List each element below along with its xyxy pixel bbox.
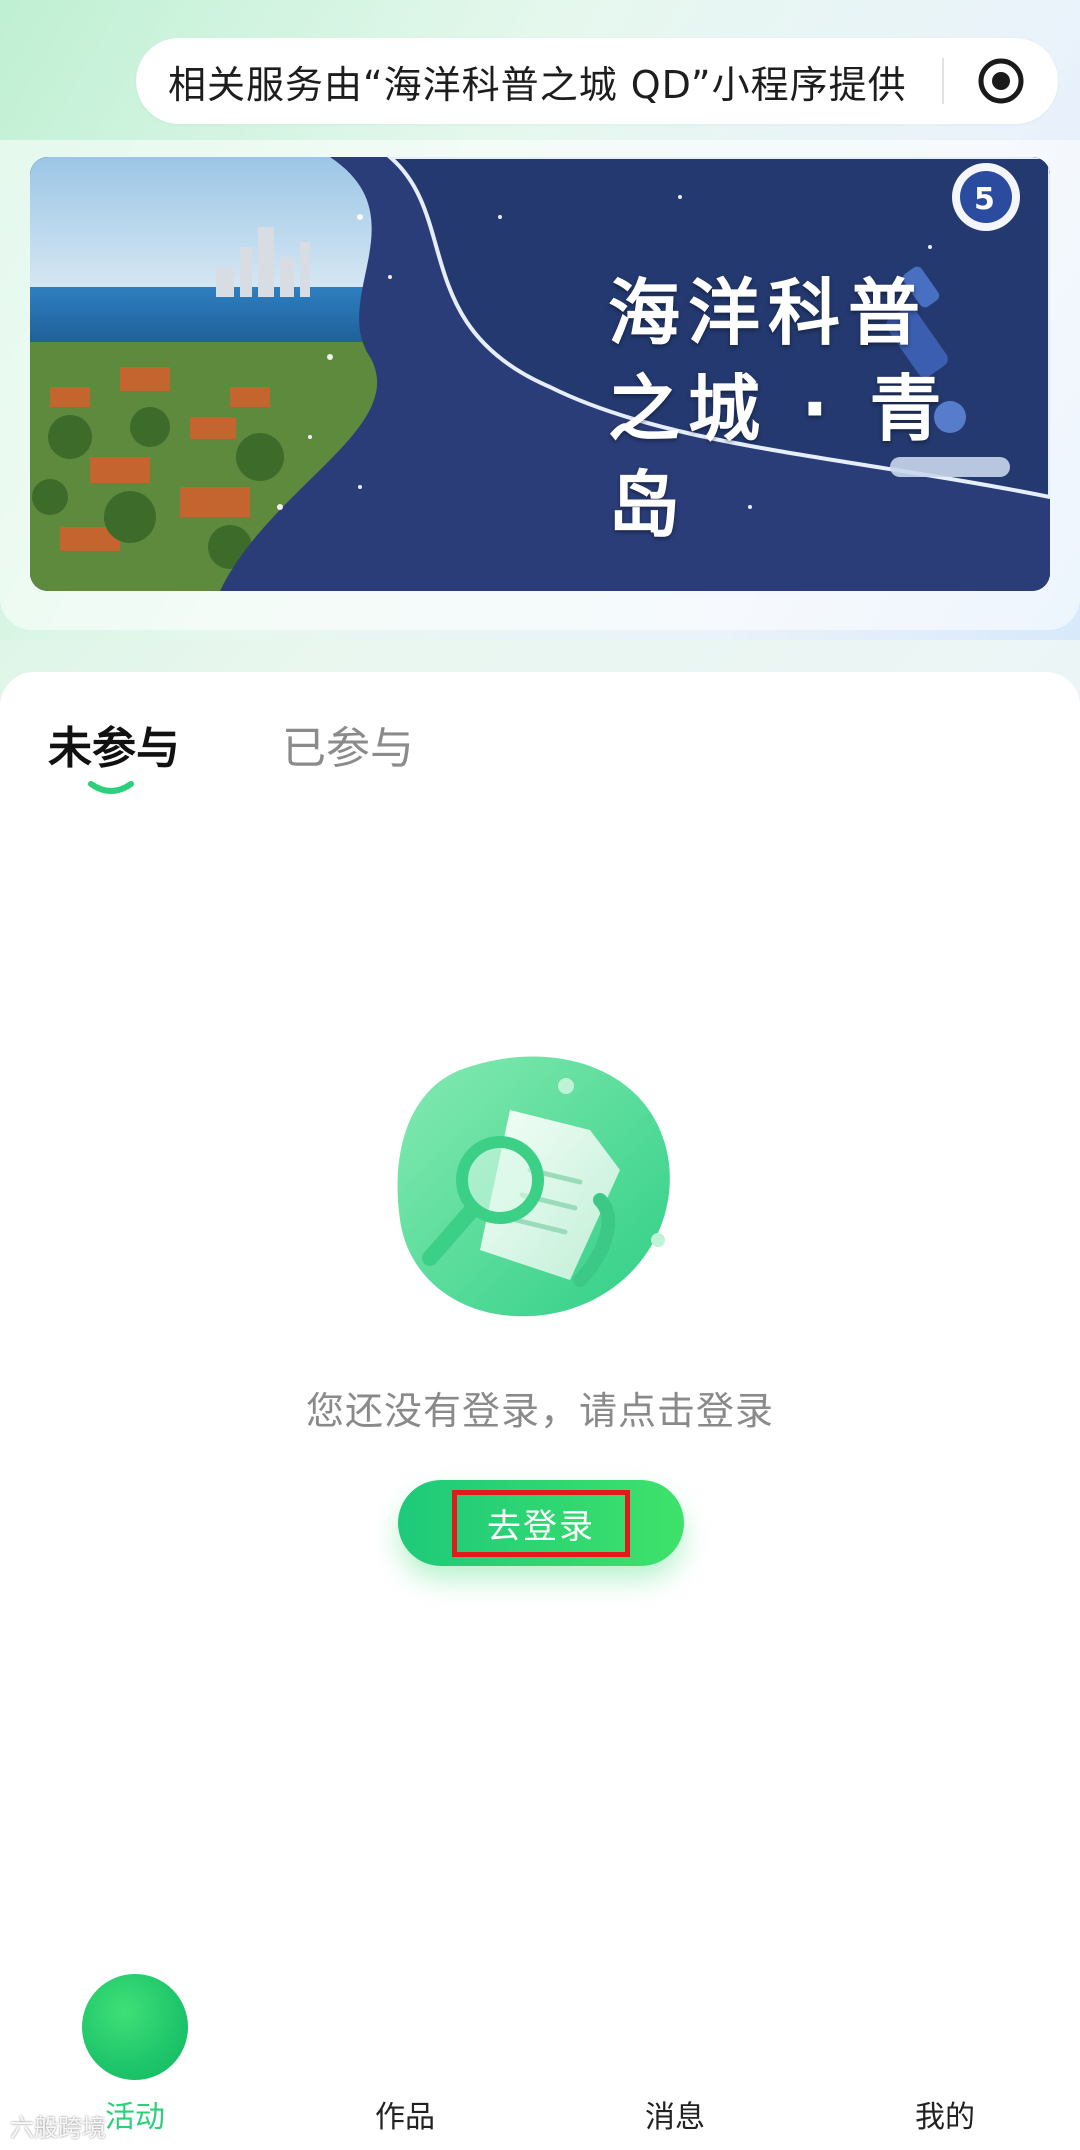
tab-not-joined[interactable]: 未参与: [48, 712, 180, 794]
svg-text:5: 5: [974, 182, 995, 217]
tabbar-item-messages[interactable]: 消息: [595, 2092, 755, 2136]
login-prompt-text: 您还没有登录，请点击登录: [305, 1389, 774, 1433]
magnifier-document-icon: [397, 1056, 670, 1317]
service-notice-capsule: 相关服务由“海洋科普之城 QD”小程序提供: [136, 38, 1058, 124]
banner-title-line1: 海洋科普: [608, 271, 929, 355]
go-login-button-label: 去登录: [452, 1489, 630, 1557]
service-notice-text: 相关服务由“海洋科普之城 QD”小程序提供: [168, 62, 907, 107]
target-icon[interactable]: [944, 38, 1058, 124]
tab-not-joined-label: 未参与: [48, 723, 180, 774]
go-login-button[interactable]: 去登录: [398, 1480, 684, 1566]
tabbar-item-mine[interactable]: 我的: [865, 2092, 1025, 2136]
watermark-text: 六般跨境: [10, 2114, 106, 2142]
tabbar-item-works[interactable]: 作品: [325, 2092, 485, 2136]
activity-panel: 未参与 已参与 您还没有登录，请点击登录 去登录: [0, 672, 1080, 1992]
activity-tab-icon[interactable]: [82, 1974, 188, 2080]
promo-banner[interactable]: 5 海洋科普 之城 · 青岛: [30, 157, 1050, 591]
banner-title: 海洋科普 之城 · 青岛: [608, 265, 968, 553]
activity-tabs: 未参与 已参与: [48, 712, 414, 794]
banner-title-line2: 之城 · 青岛: [608, 367, 950, 547]
tab-active-indicator: [88, 781, 134, 794]
tab-joined[interactable]: 已参与: [282, 712, 414, 776]
tab-joined-label: 已参与: [282, 723, 414, 774]
